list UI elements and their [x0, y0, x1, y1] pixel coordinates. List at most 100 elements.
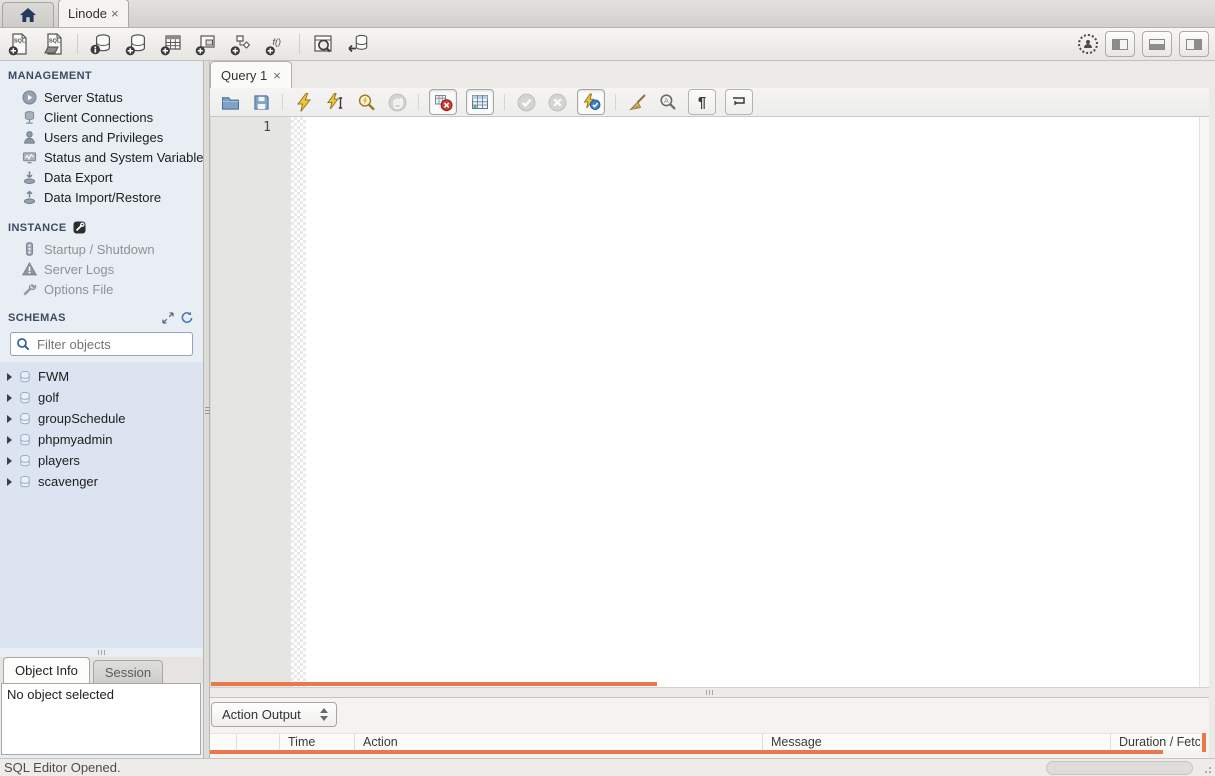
section-schemas-title: SCHEMAS — [0, 299, 203, 329]
sql-editor[interactable]: 1 — [210, 117, 1209, 687]
tab-query-1[interactable]: Query 1 × — [210, 61, 292, 88]
section-management-title: MANAGEMENT — [8, 70, 93, 82]
schema-item-phpmyadmin[interactable]: phpmyadmin — [0, 429, 203, 450]
output-vertical-scrollbar[interactable] — [1202, 733, 1206, 752]
fold-margin — [291, 117, 306, 687]
system-variables-icon — [21, 149, 37, 165]
new-schema-icon[interactable] — [123, 31, 149, 57]
editor-horizontal-scrollbar[interactable] — [211, 682, 657, 686]
editor-vertical-scrollbar[interactable] — [1199, 117, 1209, 687]
schema-filter[interactable] — [10, 332, 193, 356]
resize-grip[interactable] — [1202, 764, 1212, 774]
toggle-stop-on-error-button[interactable] — [429, 89, 457, 115]
tab-connection-linode[interactable]: Linode × — [58, 0, 129, 27]
tab-home[interactable] — [2, 2, 54, 27]
toggle-autocommit-button[interactable] — [577, 89, 605, 115]
main-toolbar: SQL SQL f() — [0, 28, 1215, 61]
sidebar-item-startup-shutdown[interactable]: Startup / Shutdown — [0, 239, 203, 259]
users-icon — [21, 129, 37, 145]
sidebar-item-server-status[interactable]: Server Status — [0, 87, 203, 107]
column-time[interactable]: Time — [280, 734, 355, 750]
column-duration[interactable]: Duration / Fetch — [1111, 734, 1200, 750]
new-connection-icon[interactable] — [88, 31, 114, 57]
home-icon — [19, 7, 37, 23]
tab-object-info[interactable]: Object Info — [3, 657, 90, 683]
beautify-icon[interactable] — [626, 91, 648, 113]
toolbar-separator — [418, 94, 419, 110]
expander-icon[interactable] — [7, 372, 12, 381]
show-invisibles-button[interactable]: ¶ — [688, 89, 716, 115]
new-query-tab-icon[interactable]: SQL — [6, 31, 32, 57]
output-horizontal-scrollbar[interactable] — [210, 750, 1163, 754]
left-panel-icon — [1112, 38, 1128, 50]
editor-text-area[interactable] — [306, 117, 1209, 687]
new-table-icon[interactable] — [158, 31, 184, 57]
execute-icon[interactable] — [293, 91, 315, 113]
main-area: Query 1 × A ¶ 1 Action Output Time Actio… — [210, 61, 1209, 758]
assistant-icon[interactable] — [1078, 34, 1098, 54]
tab-session[interactable]: Session — [92, 660, 164, 683]
save-icon[interactable] — [250, 91, 272, 113]
schema-filter-input[interactable] — [35, 335, 187, 353]
find-icon[interactable]: A — [657, 91, 679, 113]
toggle-left-panel-button[interactable] — [1105, 31, 1135, 57]
schema-icon — [18, 391, 32, 405]
schema-item-groupschedule[interactable]: groupSchedule — [0, 408, 203, 429]
wrap-text-button[interactable] — [725, 89, 753, 115]
refresh-icon[interactable] — [180, 311, 193, 324]
toggle-right-panel-button[interactable] — [1179, 31, 1209, 57]
sidebar-item-data-import[interactable]: Data Import/Restore — [0, 187, 203, 207]
toggle-bottom-panel-button[interactable] — [1142, 31, 1172, 57]
sidebar: MANAGEMENT Server Status Client Connecti… — [0, 61, 203, 758]
expander-icon[interactable] — [7, 393, 12, 402]
new-function-icon[interactable]: f() — [263, 31, 289, 57]
toolbar-separator — [615, 94, 616, 110]
toolbar-right-group — [1078, 31, 1209, 57]
expand-panel-icon[interactable] — [162, 311, 174, 324]
new-procedure-icon[interactable] — [228, 31, 254, 57]
sidebar-item-client-connections[interactable]: Client Connections — [0, 107, 203, 127]
explain-icon[interactable] — [355, 91, 377, 113]
schema-item-scavenger[interactable]: scavenger — [0, 471, 203, 492]
server-logs-icon — [21, 261, 37, 277]
output-selector[interactable]: Action Output — [211, 702, 337, 727]
options-file-icon — [21, 281, 37, 297]
column-row-index[interactable] — [237, 734, 280, 750]
execute-current-icon[interactable] — [324, 91, 346, 113]
sidebar-item-data-export[interactable]: Data Export — [0, 167, 203, 187]
column-message[interactable]: Message — [763, 734, 1111, 750]
new-view-icon[interactable] — [193, 31, 219, 57]
schema-icon — [18, 412, 32, 426]
rollback-icon — [546, 91, 568, 113]
search-table-data-icon[interactable] — [310, 31, 336, 57]
toolbar-separator — [282, 94, 283, 110]
line-number: 1 — [263, 120, 271, 135]
column-action[interactable]: Action — [355, 734, 763, 750]
sidebar-item-server-logs[interactable]: Server Logs — [0, 259, 203, 279]
schema-item-golf[interactable]: golf — [0, 387, 203, 408]
expander-icon[interactable] — [7, 456, 12, 465]
schema-item-players[interactable]: players — [0, 450, 203, 471]
svg-text:A: A — [664, 98, 669, 105]
query-tabstrip: Query 1 × — [210, 61, 1209, 88]
output-splitter[interactable] — [210, 687, 1209, 698]
sidebar-splitter[interactable] — [0, 648, 203, 657]
data-export-icon — [21, 169, 37, 185]
main-splitter[interactable] — [203, 61, 210, 758]
stop-icon — [386, 91, 408, 113]
schema-item-fwm[interactable]: FWM — [0, 366, 203, 387]
close-icon[interactable]: × — [273, 69, 281, 82]
expander-icon[interactable] — [7, 477, 12, 486]
reconnect-database-icon[interactable] — [345, 31, 371, 57]
sidebar-item-system-variables[interactable]: Status and System Variables — [0, 147, 203, 167]
expander-icon[interactable] — [7, 435, 12, 444]
expander-icon[interactable] — [7, 414, 12, 423]
sidebar-item-users-privileges[interactable]: Users and Privileges — [0, 127, 203, 147]
open-file-icon[interactable] — [219, 91, 241, 113]
sidebar-item-options-file[interactable]: Options File — [0, 279, 203, 299]
open-sql-script-icon[interactable]: SQL — [41, 31, 67, 57]
column-row-icon[interactable] — [210, 734, 237, 750]
limit-rows-button[interactable] — [466, 89, 494, 115]
schema-icon — [18, 370, 32, 384]
close-icon[interactable]: × — [111, 7, 119, 20]
